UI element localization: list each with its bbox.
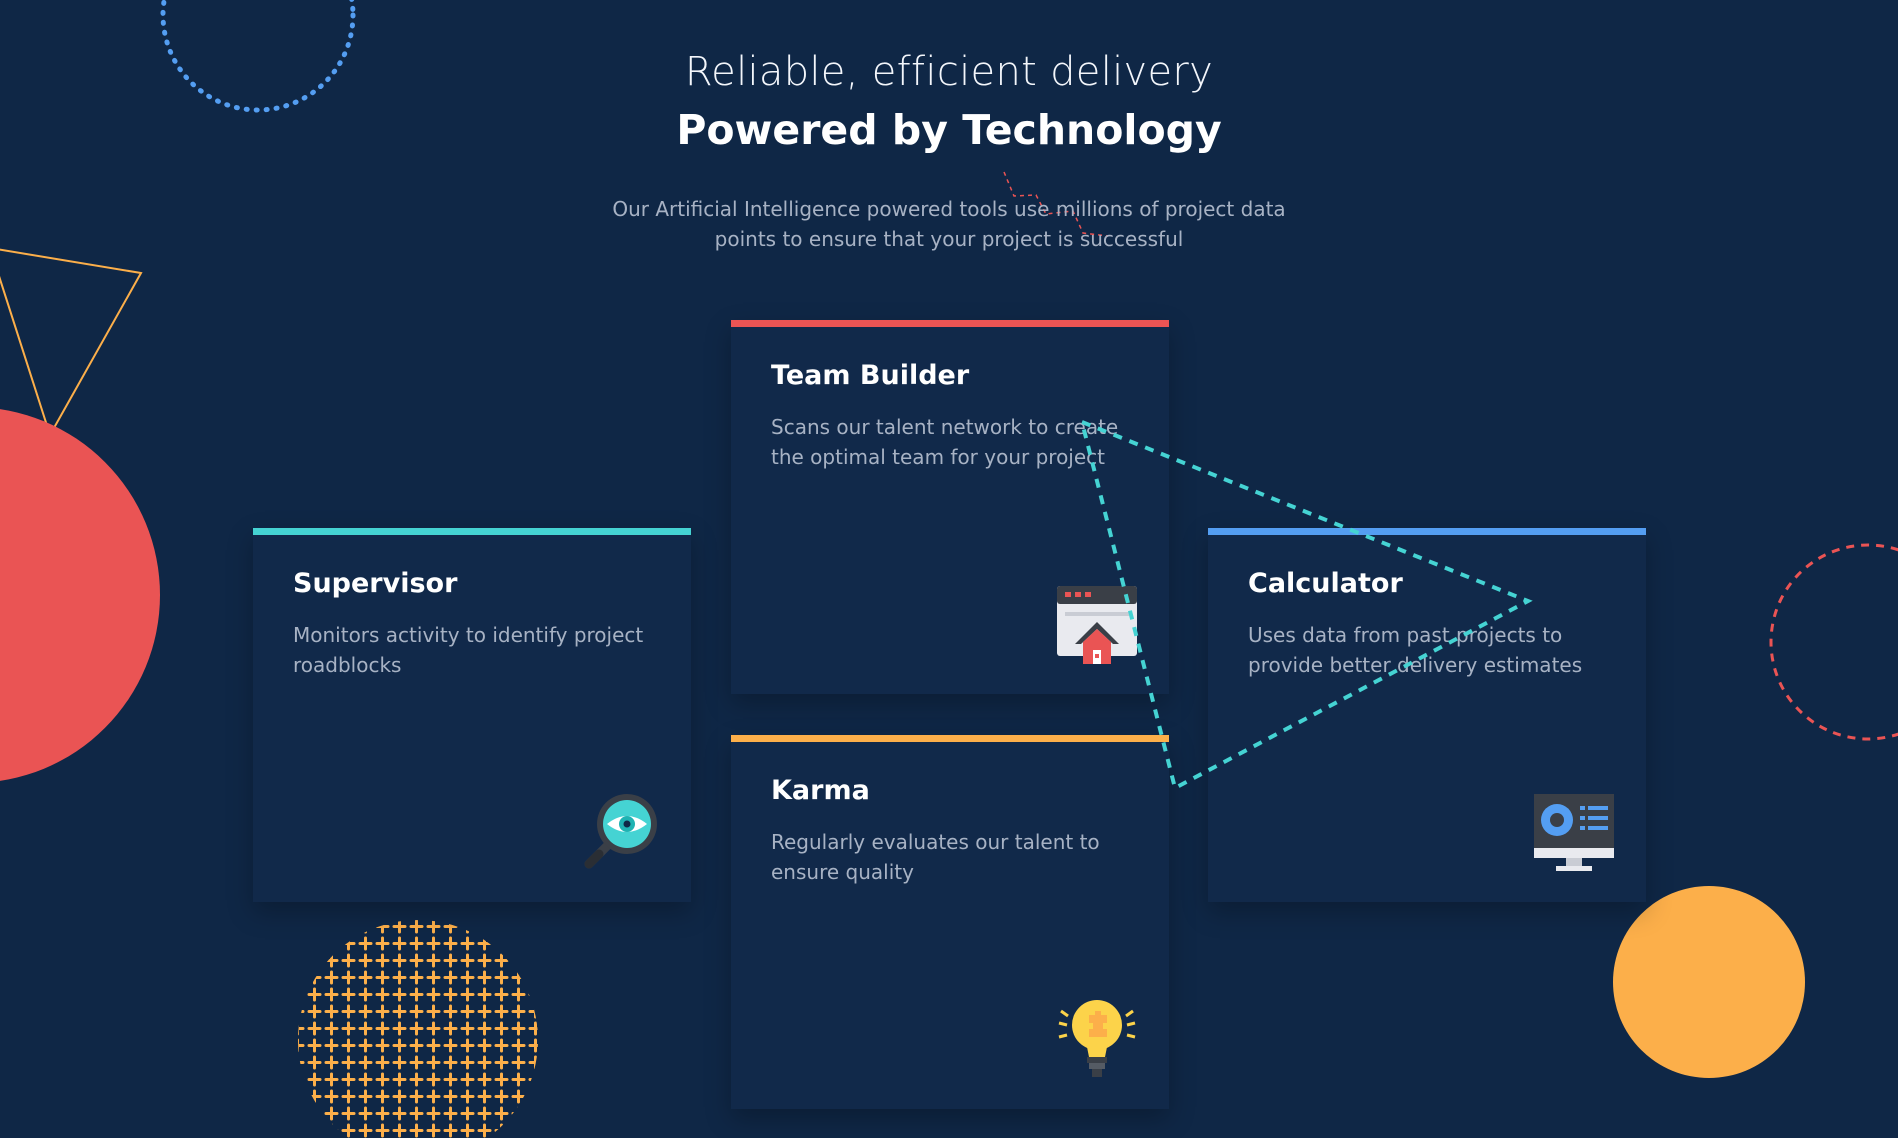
eyebrow-heading: Reliable, efficient delivery bbox=[684, 49, 1214, 95]
section-header: Reliable, efficient delivery Powered by … bbox=[0, 44, 1898, 254]
card-description: Monitors activity to identify project ro… bbox=[293, 623, 644, 677]
page-title: Powered by Technology bbox=[676, 106, 1222, 154]
card-title: Karma bbox=[771, 775, 870, 806]
outline-triangle-orange bbox=[0, 248, 143, 438]
card-accent-bar bbox=[1208, 528, 1646, 535]
plus-pattern-circle bbox=[298, 920, 538, 1138]
feature-card-karma: Karma Regularly evaluates our talent to … bbox=[731, 735, 1169, 1109]
card-title: Supervisor bbox=[293, 568, 458, 599]
magnifier-eye-icon bbox=[584, 794, 657, 869]
card-accent-bar bbox=[731, 320, 1169, 327]
filled-circle-red bbox=[0, 409, 160, 781]
card-description: Scans our talent network to create the o… bbox=[771, 415, 1119, 469]
card-description: Regularly evaluates our talent to ensure… bbox=[771, 830, 1100, 884]
feature-card-team-builder: Team Builder Scans our talent network to… bbox=[731, 320, 1169, 694]
browser-home-icon bbox=[1057, 586, 1137, 664]
card-accent-bar bbox=[731, 735, 1169, 742]
lightbulb-icon bbox=[1058, 1000, 1136, 1077]
feature-card-supervisor: Supervisor Monitors activity to identify… bbox=[253, 528, 691, 902]
card-accent-bar bbox=[253, 528, 691, 535]
card-title: Team Builder bbox=[771, 360, 970, 391]
card-title: Calculator bbox=[1248, 568, 1403, 599]
section-subtitle: Our Artificial Intelligence powered tool… bbox=[612, 197, 1286, 251]
feature-card-calculator: Calculator Uses data from past projects … bbox=[1208, 528, 1646, 902]
filled-circle-orange bbox=[1613, 886, 1805, 1078]
dashed-circle-red bbox=[1769, 543, 1898, 741]
card-description: Uses data from past projects to provide … bbox=[1248, 623, 1583, 677]
monitor-dashboard-icon bbox=[1534, 794, 1614, 871]
